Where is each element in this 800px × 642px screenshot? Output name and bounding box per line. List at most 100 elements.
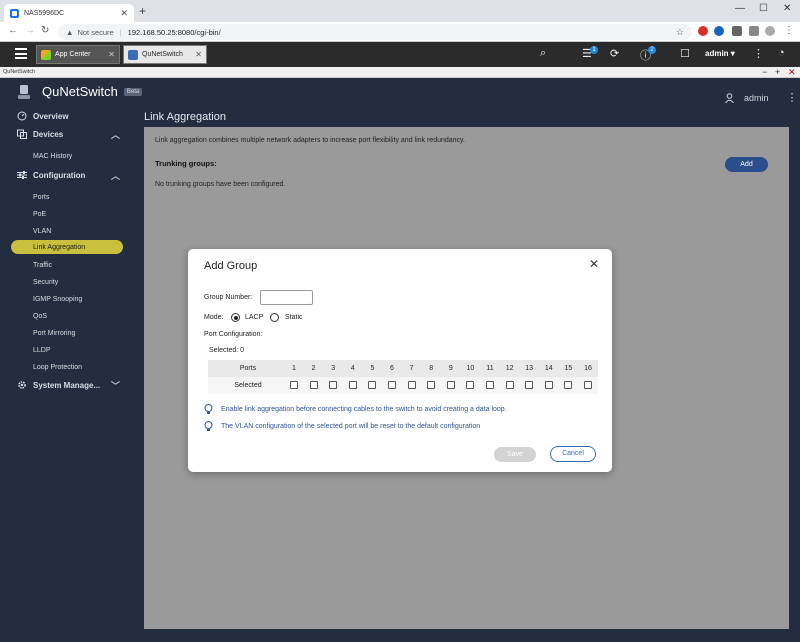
qts-tab-app-center[interactable]: App Center ✕ — [36, 45, 120, 64]
sidebar-item-link-aggregation[interactable]: Link Aggregation — [11, 240, 123, 254]
sidebar-item-loop-protection[interactable]: Loop Protection — [0, 360, 138, 374]
dashboard-gauge-icon[interactable]: ◔ — [778, 47, 785, 59]
sidebar-item-overview[interactable]: Overview — [0, 109, 138, 123]
add-group-button[interactable]: Add — [725, 157, 768, 172]
sidebar-item-system-management[interactable]: System Manage... ﹀ — [0, 378, 138, 392]
sidebar-item-label: Ports — [33, 193, 50, 201]
chevron-up-icon[interactable]: ︿ — [111, 169, 120, 182]
save-button[interactable]: Save — [494, 447, 536, 462]
sidebar-item-port-mirroring[interactable]: Port Mirroring — [0, 326, 138, 340]
forward-icon[interactable]: → — [25, 25, 35, 36]
sidebar-item-mac-history[interactable]: MAC History — [0, 149, 138, 163]
sidebar-item-label: Devices — [33, 129, 64, 139]
qts-taskbar: App Center ✕ QuNetSwitch ✕ ⌕ ☰ 1 ⟳ ⓘ 2 ☐… — [0, 42, 800, 67]
port-number-header: 13 — [525, 365, 534, 372]
port-checkbox[interactable] — [584, 381, 592, 389]
separator: | — [119, 27, 122, 37]
profile-icon[interactable] — [765, 26, 775, 36]
new-tab-icon[interactable]: + — [139, 4, 146, 18]
sidebar-item-qos[interactable]: QoS — [0, 309, 138, 323]
app-brand: QuNetSwitch Beta — [18, 84, 143, 99]
sidebar-item-label: QoS — [33, 312, 48, 320]
cancel-button[interactable]: Cancel — [550, 446, 596, 462]
sidebar-item-igmp-snooping[interactable]: IGMP Snooping — [0, 292, 138, 306]
port-checkbox[interactable] — [505, 381, 514, 389]
sidebar-item-configuration[interactable]: Configuration ︿ — [0, 168, 138, 182]
browser-tab[interactable]: NAS5996DC ✕ — [4, 4, 134, 22]
browser-menu-icon[interactable]: ⋮ — [784, 25, 794, 36]
sidebar-item-ports[interactable]: Ports — [0, 190, 138, 204]
close-tab-icon[interactable]: ✕ — [108, 50, 115, 59]
qts-user-menu[interactable]: admin ▾ — [705, 49, 735, 58]
port-checkbox[interactable] — [290, 381, 298, 389]
port-checkbox[interactable] — [446, 381, 455, 389]
mode-static-radio[interactable] — [270, 313, 279, 322]
chevron-up-icon[interactable]: ︿ — [111, 128, 120, 141]
media-icon[interactable] — [749, 26, 759, 36]
close-app-icon[interactable]: ✕ — [788, 67, 796, 78]
ports-header-row: Ports 1 2 3 4 5 6 7 8 9 10 11 12 13 14 15 16 — [208, 360, 598, 377]
mode-lacp-radio[interactable] — [231, 313, 240, 322]
port-checkbox[interactable] — [486, 381, 494, 389]
sidebar-item-poe[interactable]: PoE — [0, 207, 138, 221]
port-number-header: 8 — [429, 365, 434, 372]
bookmark-star-icon[interactable]: ☆ — [676, 27, 684, 38]
sidebar-item-vlan[interactable]: VLAN — [0, 224, 138, 238]
extension-blue-icon[interactable] — [714, 26, 724, 36]
sidebar-item-security[interactable]: Security — [0, 275, 138, 289]
sliders-icon — [17, 171, 27, 179]
port-number-header: 14 — [544, 365, 553, 372]
hint-text: Enable link aggregation before connectin… — [221, 405, 507, 413]
close-window-icon[interactable]: ✕ — [783, 3, 791, 14]
app-user-menu[interactable]: admin ⋮ — [725, 91, 798, 104]
more-options-icon[interactable]: ⋮ — [753, 47, 764, 60]
close-tab-icon[interactable]: ✕ — [120, 8, 128, 19]
port-checkbox[interactable] — [564, 381, 573, 389]
minimize-app-icon[interactable]: − — [762, 67, 767, 77]
sidebar-item-traffic[interactable]: Traffic — [0, 258, 138, 272]
sidebar-item-label: LLDP — [33, 346, 51, 354]
sync-icon[interactable]: ⟳ — [610, 47, 619, 60]
port-checkbox[interactable] — [329, 381, 338, 389]
address-bar[interactable]: ▲ Not secure | 192.168.50.25:8080/cgi-bi… — [58, 24, 692, 40]
search-icon[interactable]: ⌕ — [540, 47, 546, 60]
main-menu-icon[interactable] — [15, 48, 27, 59]
sidebar-item-devices[interactable]: Devices ︿ — [0, 127, 138, 141]
lightbulb-icon — [204, 404, 213, 414]
sidebar-item-label: Link Aggregation — [33, 243, 86, 251]
back-icon[interactable]: ← — [8, 25, 18, 36]
qts-tab-qunetswitch[interactable]: QuNetSwitch ✕ — [123, 45, 207, 64]
port-checkbox[interactable] — [466, 381, 475, 389]
qts-tab-label: QuNetSwitch — [142, 51, 183, 58]
port-checkbox[interactable] — [427, 381, 436, 389]
devices-icon — [17, 129, 27, 139]
maximize-window-icon[interactable]: ☐ — [759, 3, 768, 14]
port-number-header: 5 — [370, 365, 375, 372]
close-icon[interactable]: ✕ — [589, 257, 599, 271]
group-number-label: Group Number: — [204, 294, 253, 301]
more-options-icon[interactable]: ⋮ — [787, 91, 798, 104]
extensions-puzzle-icon[interactable] — [732, 26, 742, 36]
port-checkbox[interactable] — [348, 381, 357, 389]
port-checkbox[interactable] — [309, 381, 318, 389]
url-text: 192.168.50.25:8080/cgi-bin/ — [127, 27, 221, 37]
port-checkbox[interactable] — [544, 381, 553, 389]
port-number-header: 1 — [292, 365, 296, 372]
port-checkbox[interactable] — [407, 381, 416, 389]
minimize-window-icon[interactable]: — — [735, 3, 745, 14]
user-icon[interactable]: ☐ — [680, 47, 690, 60]
port-checkbox[interactable] — [525, 381, 534, 389]
sidebar-item-label: PoE — [33, 210, 47, 218]
maximize-app-icon[interactable]: + — [775, 67, 780, 77]
port-checkbox[interactable] — [368, 381, 377, 389]
port-checkbox[interactable] — [388, 381, 396, 389]
chevron-down-icon[interactable]: ﹀ — [111, 379, 120, 392]
close-tab-icon[interactable]: ✕ — [195, 50, 202, 59]
sidebar-item-lldp[interactable]: LLDP — [0, 343, 138, 357]
extension-red-icon[interactable] — [698, 26, 708, 36]
sidebar-item-label: Overview — [33, 111, 69, 121]
port-number-header: 16 — [584, 365, 592, 372]
group-number-input[interactable] — [260, 290, 313, 305]
sidebar-item-label: MAC History — [33, 152, 73, 160]
reload-icon[interactable]: ↻ — [41, 25, 49, 36]
